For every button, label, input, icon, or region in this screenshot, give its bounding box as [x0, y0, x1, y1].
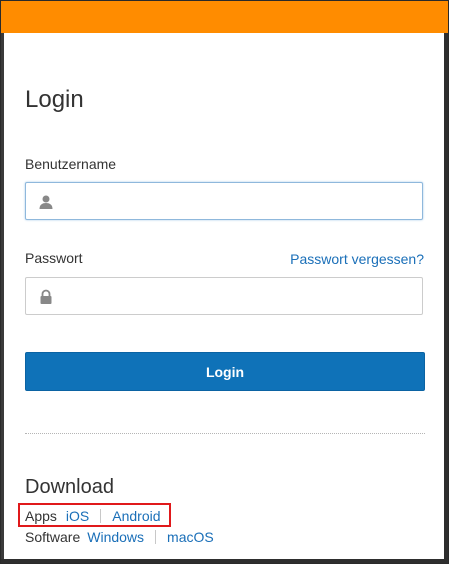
- software-label: Software: [25, 529, 81, 545]
- macos-link[interactable]: macOS: [167, 529, 214, 545]
- software-row: Software Windows macOS: [25, 528, 214, 546]
- username-field[interactable]: [25, 182, 423, 221]
- password-field[interactable]: [25, 277, 423, 316]
- username-input[interactable]: [62, 183, 421, 221]
- bottom-border: [1, 559, 448, 563]
- login-page: Login Benutzername Passwort Passwort ver…: [0, 0, 449, 564]
- left-border: [1, 33, 4, 563]
- user-icon: [39, 195, 53, 209]
- right-border: [444, 33, 448, 563]
- top-accent-bar: [1, 1, 448, 33]
- windows-link[interactable]: Windows: [87, 529, 144, 545]
- password-input[interactable]: [62, 278, 421, 316]
- username-label: Benutzername: [25, 156, 117, 172]
- lock-icon: [40, 289, 52, 304]
- divider: [25, 433, 425, 434]
- link-separator: [155, 530, 157, 544]
- login-button[interactable]: Login: [25, 352, 425, 391]
- password-label: Passwort: [25, 250, 83, 266]
- download-heading: Download: [25, 476, 114, 498]
- forgot-password-link[interactable]: Passwort vergessen?: [290, 250, 424, 268]
- page-title: Login: [25, 86, 84, 113]
- apps-highlight-box: [18, 503, 171, 527]
